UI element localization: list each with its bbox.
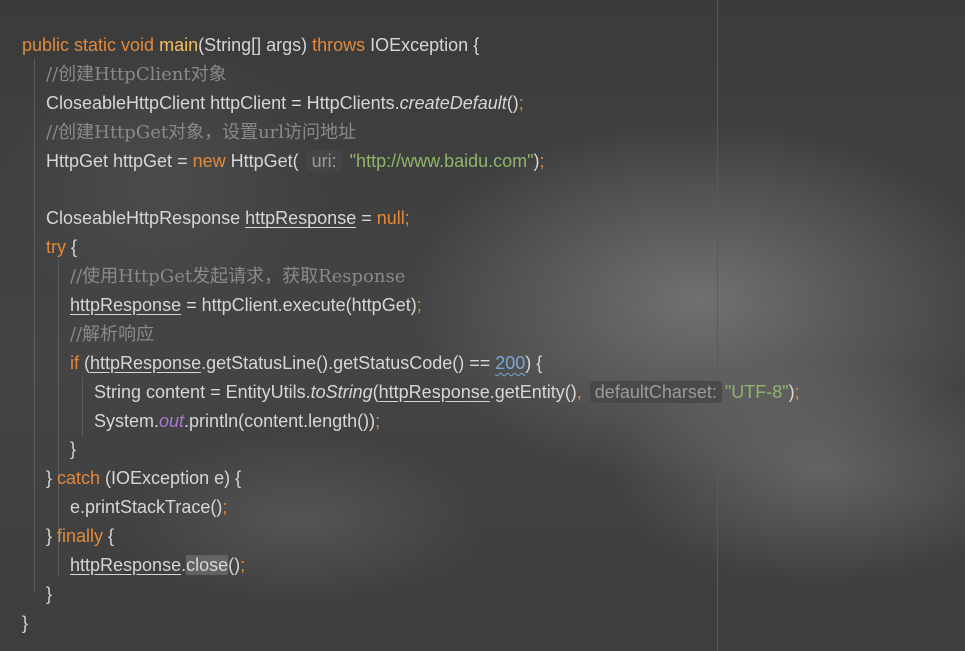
- code-token: throws: [312, 35, 366, 55]
- code-line[interactable]: CloseableHttpResponse httpResponse = nul…: [22, 204, 800, 233]
- code-comment: //创建HttpClient对象: [46, 63, 227, 85]
- code-token: finally: [57, 526, 104, 547]
- code-token: System.: [94, 410, 160, 431]
- code-line[interactable]: //创建HttpClient对象: [22, 60, 800, 89]
- code-text-area[interactable]: public static void main(String[] args) t…: [22, 31, 800, 638]
- code-token: httpResponse: [90, 352, 202, 373]
- code-line[interactable]: httpResponse.close();: [22, 551, 800, 580]
- code-token: HttpGet(: [225, 150, 304, 171]
- code-token: }: [46, 468, 58, 489]
- parameter-hint: defaultCharset:: [589, 380, 722, 403]
- code-token: null: [376, 208, 405, 229]
- code-token: .println(content.length()): [184, 410, 376, 431]
- code-token: out: [159, 410, 185, 431]
- code-line[interactable]: } catch (IOException e) {: [22, 464, 800, 493]
- code-line[interactable]: String content = EntityUtils.toString(ht…: [22, 378, 800, 407]
- code-token: (String[] args): [198, 35, 313, 55]
- code-line[interactable]: try {: [22, 233, 800, 262]
- code-line[interactable]: if (httpResponse.getStatusLine().getStat…: [22, 349, 800, 378]
- code-token: String content = EntityUtils.: [94, 381, 311, 402]
- code-token: ;: [539, 150, 545, 171]
- code-line[interactable]: System.out.println(content.length());: [22, 407, 800, 436]
- code-line[interactable]: [22, 175, 800, 204]
- code-token: =: [356, 208, 377, 229]
- code-token: httpResponse: [245, 208, 357, 229]
- code-token: ;: [404, 208, 410, 229]
- code-token: toString: [310, 381, 373, 402]
- code-token: httpResponse: [70, 295, 182, 316]
- code-line[interactable]: e.printStackTrace();: [22, 493, 800, 522]
- code-token: createDefault: [399, 92, 507, 113]
- code-token: = httpClient.execute(httpGet): [181, 295, 417, 316]
- code-token: catch: [57, 468, 101, 489]
- code-token: main: [159, 35, 199, 55]
- code-token: 200: [495, 352, 526, 373]
- code-line[interactable]: //使用HttpGet发起请求，获取Response: [22, 262, 800, 291]
- code-token: }: [70, 439, 77, 460]
- code-token: ;: [794, 381, 800, 402]
- code-token: httpResponse: [70, 555, 182, 576]
- code-editor[interactable]: public static void main(String[] args) t…: [0, 0, 965, 651]
- code-token: if: [70, 352, 79, 373]
- code-token: .getEntity(): [489, 381, 577, 402]
- code-token: ;: [416, 295, 422, 316]
- code-token: }: [46, 526, 58, 547]
- parameter-hint: uri:: [306, 149, 342, 172]
- code-token: httpResponse: [378, 381, 490, 402]
- code-token: ) {: [525, 352, 543, 373]
- code-token: public static void: [22, 35, 160, 55]
- code-line[interactable]: httpResponse = httpClient.execute(httpGe…: [22, 291, 800, 320]
- code-token: CloseableHttpResponse: [46, 208, 246, 229]
- code-token: .getStatusLine().getStatusCode() ==: [201, 352, 496, 373]
- code-comment: //使用HttpGet发起请求，获取Response: [70, 266, 406, 288]
- code-line[interactable]: }: [22, 609, 800, 638]
- code-token: "UTF-8": [724, 381, 789, 402]
- code-token: (): [228, 555, 241, 576]
- code-line[interactable]: } finally {: [22, 522, 800, 551]
- code-line[interactable]: public static void main(String[] args) t…: [22, 31, 800, 60]
- code-token: }: [22, 612, 29, 633]
- code-line[interactable]: HttpGet httpGet = new HttpGet( uri: "htt…: [22, 147, 800, 176]
- code-token: (IOException e) {: [100, 468, 242, 489]
- code-token: ;: [222, 497, 228, 518]
- code-token: CloseableHttpClient httpClient = HttpCli…: [46, 92, 400, 113]
- code-token: ;: [375, 410, 381, 431]
- code-token: e.printStackTrace(): [70, 497, 223, 518]
- code-token: {: [103, 526, 115, 547]
- code-line[interactable]: CloseableHttpClient httpClient = HttpCli…: [22, 89, 800, 118]
- code-token: ;: [240, 555, 246, 576]
- code-token: "http://www.baidu.com": [349, 150, 534, 171]
- code-token: ;: [518, 92, 524, 113]
- code-token: (): [506, 92, 519, 113]
- code-token: IOException {: [365, 35, 480, 55]
- code-comment: //创建HttpGet对象，设置url访问地址: [46, 121, 357, 143]
- code-token: HttpGet httpGet =: [46, 150, 193, 171]
- code-line[interactable]: }: [22, 580, 800, 609]
- code-token: {: [66, 237, 78, 258]
- code-comment: //解析响应: [70, 323, 155, 345]
- code-token: new: [192, 150, 226, 171]
- code-token: close: [186, 555, 229, 576]
- code-line[interactable]: //解析响应: [22, 320, 800, 349]
- code-token: (: [79, 352, 90, 373]
- code-token: }: [46, 583, 53, 604]
- code-token: try: [46, 237, 66, 258]
- code-line[interactable]: }: [22, 435, 800, 464]
- code-line[interactable]: //创建HttpGet对象，设置url访问地址: [22, 118, 800, 147]
